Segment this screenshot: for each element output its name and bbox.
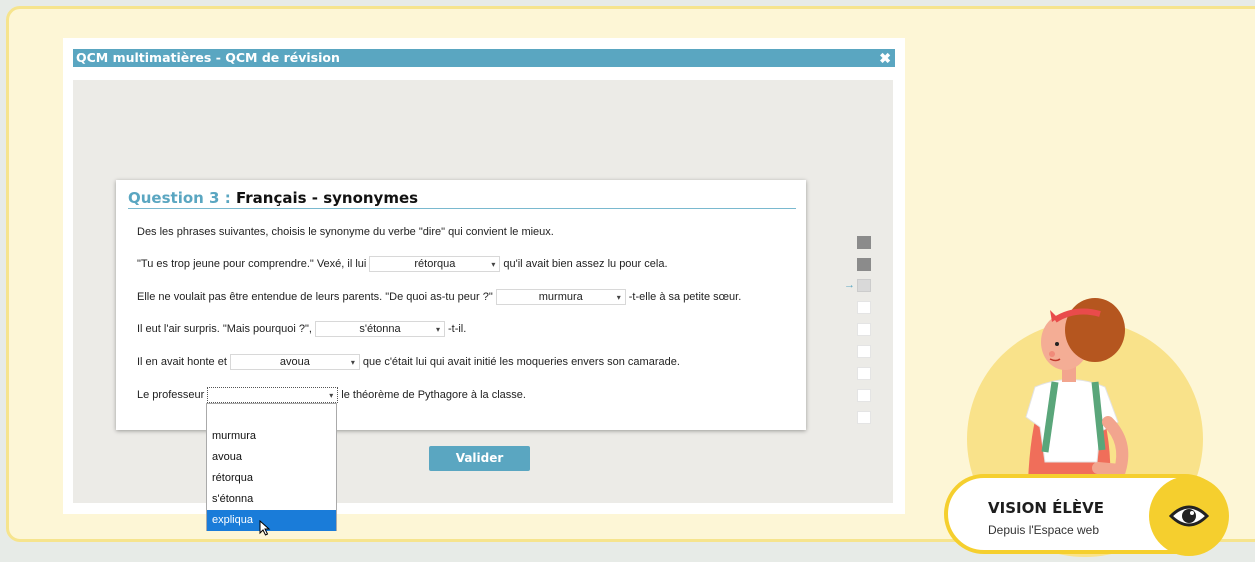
sentence-5: Le professeur ▾ le théorème de Pythagore… bbox=[137, 386, 526, 404]
question-nav-7[interactable] bbox=[857, 367, 871, 380]
sentence-text: Elle ne voulait pas être entendue de leu… bbox=[137, 291, 493, 303]
answer-select-4[interactable]: avoua ▾ bbox=[229, 354, 360, 370]
select-value: rétorqua bbox=[414, 258, 456, 270]
sentence-1: "Tu es trop jeune pour comprendre." Vexé… bbox=[137, 255, 668, 273]
question-nav-3[interactable] bbox=[857, 279, 871, 292]
window-title: QCM multimatières - QCM de révision bbox=[76, 50, 340, 65]
question-nav-2[interactable] bbox=[857, 258, 871, 271]
dropdown-arrow-icon: ▾ bbox=[435, 325, 440, 334]
validate-button[interactable]: Valider bbox=[429, 446, 530, 471]
question-nav-8[interactable] bbox=[857, 389, 871, 402]
sentence-3: Il eut l'air surpris. "Mais pourquoi ?",… bbox=[137, 320, 466, 338]
dropdown-option[interactable]: avoua bbox=[207, 447, 336, 468]
select-value: avoua bbox=[279, 356, 310, 368]
sentence-text: le théorème de Pythagore à la classe. bbox=[341, 389, 526, 401]
sentence-text: Le professeur bbox=[137, 389, 205, 401]
question-nav-6[interactable] bbox=[857, 345, 871, 358]
question-nav-5[interactable] bbox=[857, 323, 871, 336]
sentence-2: Elle ne voulait pas être entendue de leu… bbox=[137, 288, 741, 306]
question-nav-9[interactable] bbox=[857, 411, 871, 424]
question-subject: Français - synonymes bbox=[235, 189, 419, 207]
sentence-text: qu'il avait bien assez lu pour cela. bbox=[503, 258, 668, 270]
dropdown-option[interactable]: s'étonna bbox=[207, 489, 336, 510]
current-question-arrow-icon: → bbox=[844, 279, 855, 291]
answer-dropdown-list: murmura avoua rétorqua s'étonna expliqua bbox=[206, 403, 337, 536]
answer-select-2[interactable]: murmura ▾ bbox=[495, 289, 626, 305]
content-area: Question 3 : Français - synonymes Des le… bbox=[73, 80, 893, 536]
close-icon[interactable]: ✖ bbox=[879, 49, 891, 67]
qcm-window: QCM multimatières - QCM de révision ✖ Qu… bbox=[63, 38, 905, 536]
dropdown-option[interactable]: rétorqua bbox=[207, 468, 336, 489]
question-card: Question 3 : Français - synonymes Des le… bbox=[116, 180, 806, 430]
sentence-text: -t-il. bbox=[447, 323, 467, 335]
sentence-text: "Tu es trop jeune pour comprendre." Vexé… bbox=[137, 258, 367, 270]
question-instruction: Des les phrases suivantes, choisis le sy… bbox=[137, 226, 554, 238]
dropdown-arrow-icon: ▾ bbox=[616, 293, 621, 302]
badge-title: VISION ÉLÈVE bbox=[988, 499, 1105, 517]
dropdown-arrow-icon: ▾ bbox=[329, 391, 334, 400]
question-nav-4[interactable] bbox=[857, 301, 871, 314]
sentence-text: Il eut l'air surpris. "Mais pourquoi ?", bbox=[137, 323, 312, 335]
sentence-text: que c'était lui qui avait initié les moq… bbox=[362, 356, 680, 368]
select-value: murmura bbox=[538, 291, 583, 303]
dropdown-arrow-icon: ▾ bbox=[350, 358, 355, 367]
eye-icon bbox=[1169, 505, 1209, 527]
dropdown-option[interactable]: murmura bbox=[207, 426, 336, 447]
answer-select-1[interactable]: rétorqua ▾ bbox=[369, 256, 501, 272]
question-number: Question 3 : bbox=[128, 189, 231, 207]
sentence-text: Il en avait honte et bbox=[137, 356, 227, 368]
answer-select-5[interactable]: ▾ bbox=[207, 387, 339, 403]
question-nav-1[interactable] bbox=[857, 236, 871, 249]
dropdown-arrow-icon: ▾ bbox=[491, 260, 496, 269]
eye-button[interactable] bbox=[1149, 476, 1229, 556]
mouse-cursor-icon bbox=[259, 520, 271, 536]
dropdown-option-highlighted[interactable]: expliqua bbox=[207, 510, 336, 531]
student-illustration bbox=[1025, 298, 1129, 482]
window-titlebar: QCM multimatières - QCM de révision ✖ bbox=[73, 49, 895, 67]
dropdown-option-empty[interactable] bbox=[207, 404, 336, 425]
sentence-4: Il en avait honte et avoua ▾ que c'était… bbox=[137, 353, 680, 371]
question-heading: Question 3 : Français - synonymes bbox=[128, 189, 796, 209]
select-value: s'étonna bbox=[359, 323, 401, 335]
badge-subtitle: Depuis l'Espace web bbox=[988, 523, 1100, 537]
answer-select-3[interactable]: s'étonna ▾ bbox=[314, 321, 445, 337]
sentence-text: -t-elle à sa petite sœur. bbox=[628, 291, 742, 303]
